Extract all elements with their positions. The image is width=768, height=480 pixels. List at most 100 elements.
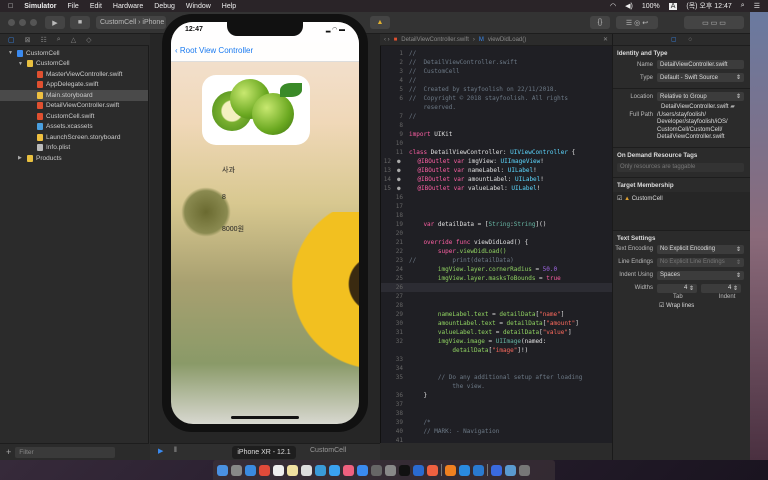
symbol-navigator-tab-icon[interactable]: ☷ (41, 36, 47, 44)
type-select[interactable]: Default - Swift Source ⇕ (657, 73, 744, 82)
editor-mode-buttons[interactable]: ☰ ◎ ↩ (616, 16, 658, 29)
test-navigator-tab-icon[interactable]: ◇ (86, 36, 91, 44)
indent-width-stepper[interactable]: 4 ⇕ (701, 283, 741, 293)
battery-status[interactable]: 100% (642, 3, 660, 10)
code-line[interactable]: 38 (381, 409, 612, 418)
stop-button[interactable]: ■ (70, 16, 90, 29)
menu-edit[interactable]: Edit (90, 3, 102, 10)
code-line[interactable]: 32 imgView.image = UIImage (named: (381, 337, 612, 346)
zoom-window-button[interactable] (30, 19, 37, 26)
breakpoints-icon[interactable]: ▶ (158, 447, 163, 455)
dock-app-icon[interactable] (315, 464, 326, 476)
code-line[interactable]: 4 // (381, 76, 612, 85)
back-button[interactable]: ‹ Root View Controller (175, 46, 253, 55)
dock-app-icon[interactable] (301, 464, 312, 476)
back-forward-icon[interactable]: ‹ › (384, 37, 390, 43)
navigator-item[interactable]: LaunchScreen.storyboard (0, 132, 148, 143)
name-field[interactable]: DetailViewController.swift (657, 60, 744, 69)
clock[interactable]: (목) 오후 12:47 (686, 1, 731, 11)
add-icon[interactable]: + (6, 447, 11, 457)
disclosure-icon[interactable]: ▼ (8, 50, 14, 56)
navigator-item[interactable]: Assets.xcassets (0, 122, 148, 133)
tab-width-stepper[interactable]: 4 ⇕ (657, 283, 697, 293)
warning-icon[interactable]: ▲ (370, 16, 390, 29)
location-select[interactable]: Relative to Group ⇕ (657, 92, 744, 101)
dock-app-icon[interactable] (231, 464, 242, 476)
code-line[interactable]: 30 amountLabel.text = detailData["amount… (381, 319, 612, 328)
code-line[interactable]: 14 ● @IBOutlet var amountLabel: UILabel! (381, 175, 612, 184)
volume-icon[interactable]: ◀) (625, 2, 633, 10)
code-line[interactable]: 15 ● @IBOutlet var valueLabel: UILabel! (381, 184, 612, 193)
apple-menu-icon[interactable]:  (8, 3, 13, 10)
file-inspector-tab-icon[interactable]: ▢ (671, 36, 677, 43)
code-line[interactable]: 26 (381, 283, 612, 292)
minimize-window-button[interactable] (19, 19, 26, 26)
scheme-selector[interactable]: CustomCell › iPhone (96, 16, 166, 29)
code-line[interactable]: 41 (381, 436, 612, 443)
code-line[interactable]: 28 (381, 301, 612, 310)
pause-icon[interactable]: ‖ (174, 447, 177, 454)
code-line[interactable]: 16 (381, 193, 612, 202)
disclosure-icon[interactable]: ▼ (18, 61, 24, 67)
dock-app-icon[interactable] (413, 464, 424, 476)
dock-app-icon[interactable] (491, 464, 502, 476)
folder-icon[interactable]: ▰ (730, 104, 735, 110)
menu-debug[interactable]: Debug (154, 3, 175, 10)
close-editor-icon[interactable]: ✕ (603, 36, 608, 43)
menu-window[interactable]: Window (186, 3, 211, 10)
target-checkbox[interactable]: ☑ (617, 196, 622, 202)
code-line[interactable]: 35 // Do any additional setup after load… (381, 373, 612, 382)
code-line[interactable]: 18 (381, 211, 612, 220)
dock-app-icon[interactable] (217, 464, 228, 476)
code-line[interactable]: 12 ● @IBOutlet var imgView: UIImageView! (381, 157, 612, 166)
code-line[interactable]: 13 ● @IBOutlet var nameLabel: UILabel! (381, 166, 612, 175)
dock-app-icon[interactable] (259, 464, 270, 476)
code-line[interactable]: 6 // Copyright © 2018 stayfoolish. All ri… (381, 94, 612, 103)
code-line[interactable]: 25 imgView.layer.masksToBounds = true (381, 274, 612, 283)
wifi-icon[interactable]: ◠ (610, 2, 616, 10)
encoding-select[interactable]: No Explicit Encoding ⇕ (657, 244, 744, 254)
quick-help-tab-icon[interactable]: ◌ (689, 37, 693, 43)
navigator-item[interactable]: ▶ Products (0, 153, 148, 164)
code-line[interactable]: 5 // Created by stayfoolish on 22/11/2018… (381, 85, 612, 94)
dock-app-icon[interactable] (473, 464, 484, 476)
filter-input[interactable]: Filter (15, 446, 116, 458)
code-line[interactable]: 33 (381, 355, 612, 364)
code-line[interactable]: 2 // DetailViewController.swift (381, 58, 612, 67)
code-line[interactable]: 19 var detailData = [String: String]() (381, 220, 612, 229)
spotlight-icon[interactable]: ⌕ (741, 2, 745, 10)
panel-toggle-buttons[interactable]: ▭ ▭ ▭ (684, 16, 744, 29)
simulator-screen[interactable]: 12:47 ▂ ◠ ▬ ‹ Root View Controller 사과 8 … (171, 22, 359, 424)
menu-file[interactable]: File (68, 3, 79, 10)
wrap-lines-checkbox[interactable]: ☑ (659, 303, 664, 309)
navigator-item[interactable]: MasterViewController.swift (0, 69, 148, 80)
code-editor[interactable]: 1 // 2 // DetailViewController.swift 3 // Cu… (380, 46, 612, 443)
code-line[interactable]: 40 // MARK: - Navigation (381, 427, 612, 436)
issue-navigator-tab-icon[interactable]: △ (71, 36, 76, 44)
close-window-button[interactable] (8, 19, 15, 26)
code-line[interactable]: reserved. (381, 103, 612, 112)
home-indicator[interactable] (231, 416, 299, 419)
dock-app-icon[interactable] (371, 464, 382, 476)
code-line[interactable]: 1 // (381, 49, 612, 58)
odr-tags-field[interactable]: Only resources are taggable (617, 162, 744, 172)
run-button[interactable]: ▶ (45, 16, 65, 29)
dock-app-icon[interactable] (385, 464, 396, 476)
dock-app-icon[interactable] (519, 464, 530, 476)
code-line[interactable]: the view. (381, 382, 612, 391)
code-line[interactable]: 17 (381, 202, 612, 211)
code-line[interactable]: 36 } (381, 391, 612, 400)
navigator-item[interactable]: Main.storyboard (0, 90, 148, 101)
code-line[interactable]: 8 (381, 121, 612, 130)
code-line[interactable]: 24 imgView.layer.cornerRadius = 50.0 (381, 265, 612, 274)
menu-help[interactable]: Help (222, 3, 236, 10)
line-endings-select[interactable]: No Explicit Line Endings ⇕ (657, 257, 744, 267)
code-line[interactable]: 9 import UIKit (381, 130, 612, 139)
source-control-tab-icon[interactable]: ⊠ (25, 36, 31, 44)
code-line[interactable]: 21 override func viewDidLoad() { (381, 238, 612, 247)
dock-app-icon[interactable] (427, 464, 438, 476)
code-line[interactable]: 29 nameLabel.text = detailData["name"] (381, 310, 612, 319)
indent-using-select[interactable]: Spaces ⇕ (657, 270, 744, 280)
dock-app-icon[interactable] (245, 464, 256, 476)
navigator-item[interactable]: AppDelegate.swift (0, 80, 148, 91)
